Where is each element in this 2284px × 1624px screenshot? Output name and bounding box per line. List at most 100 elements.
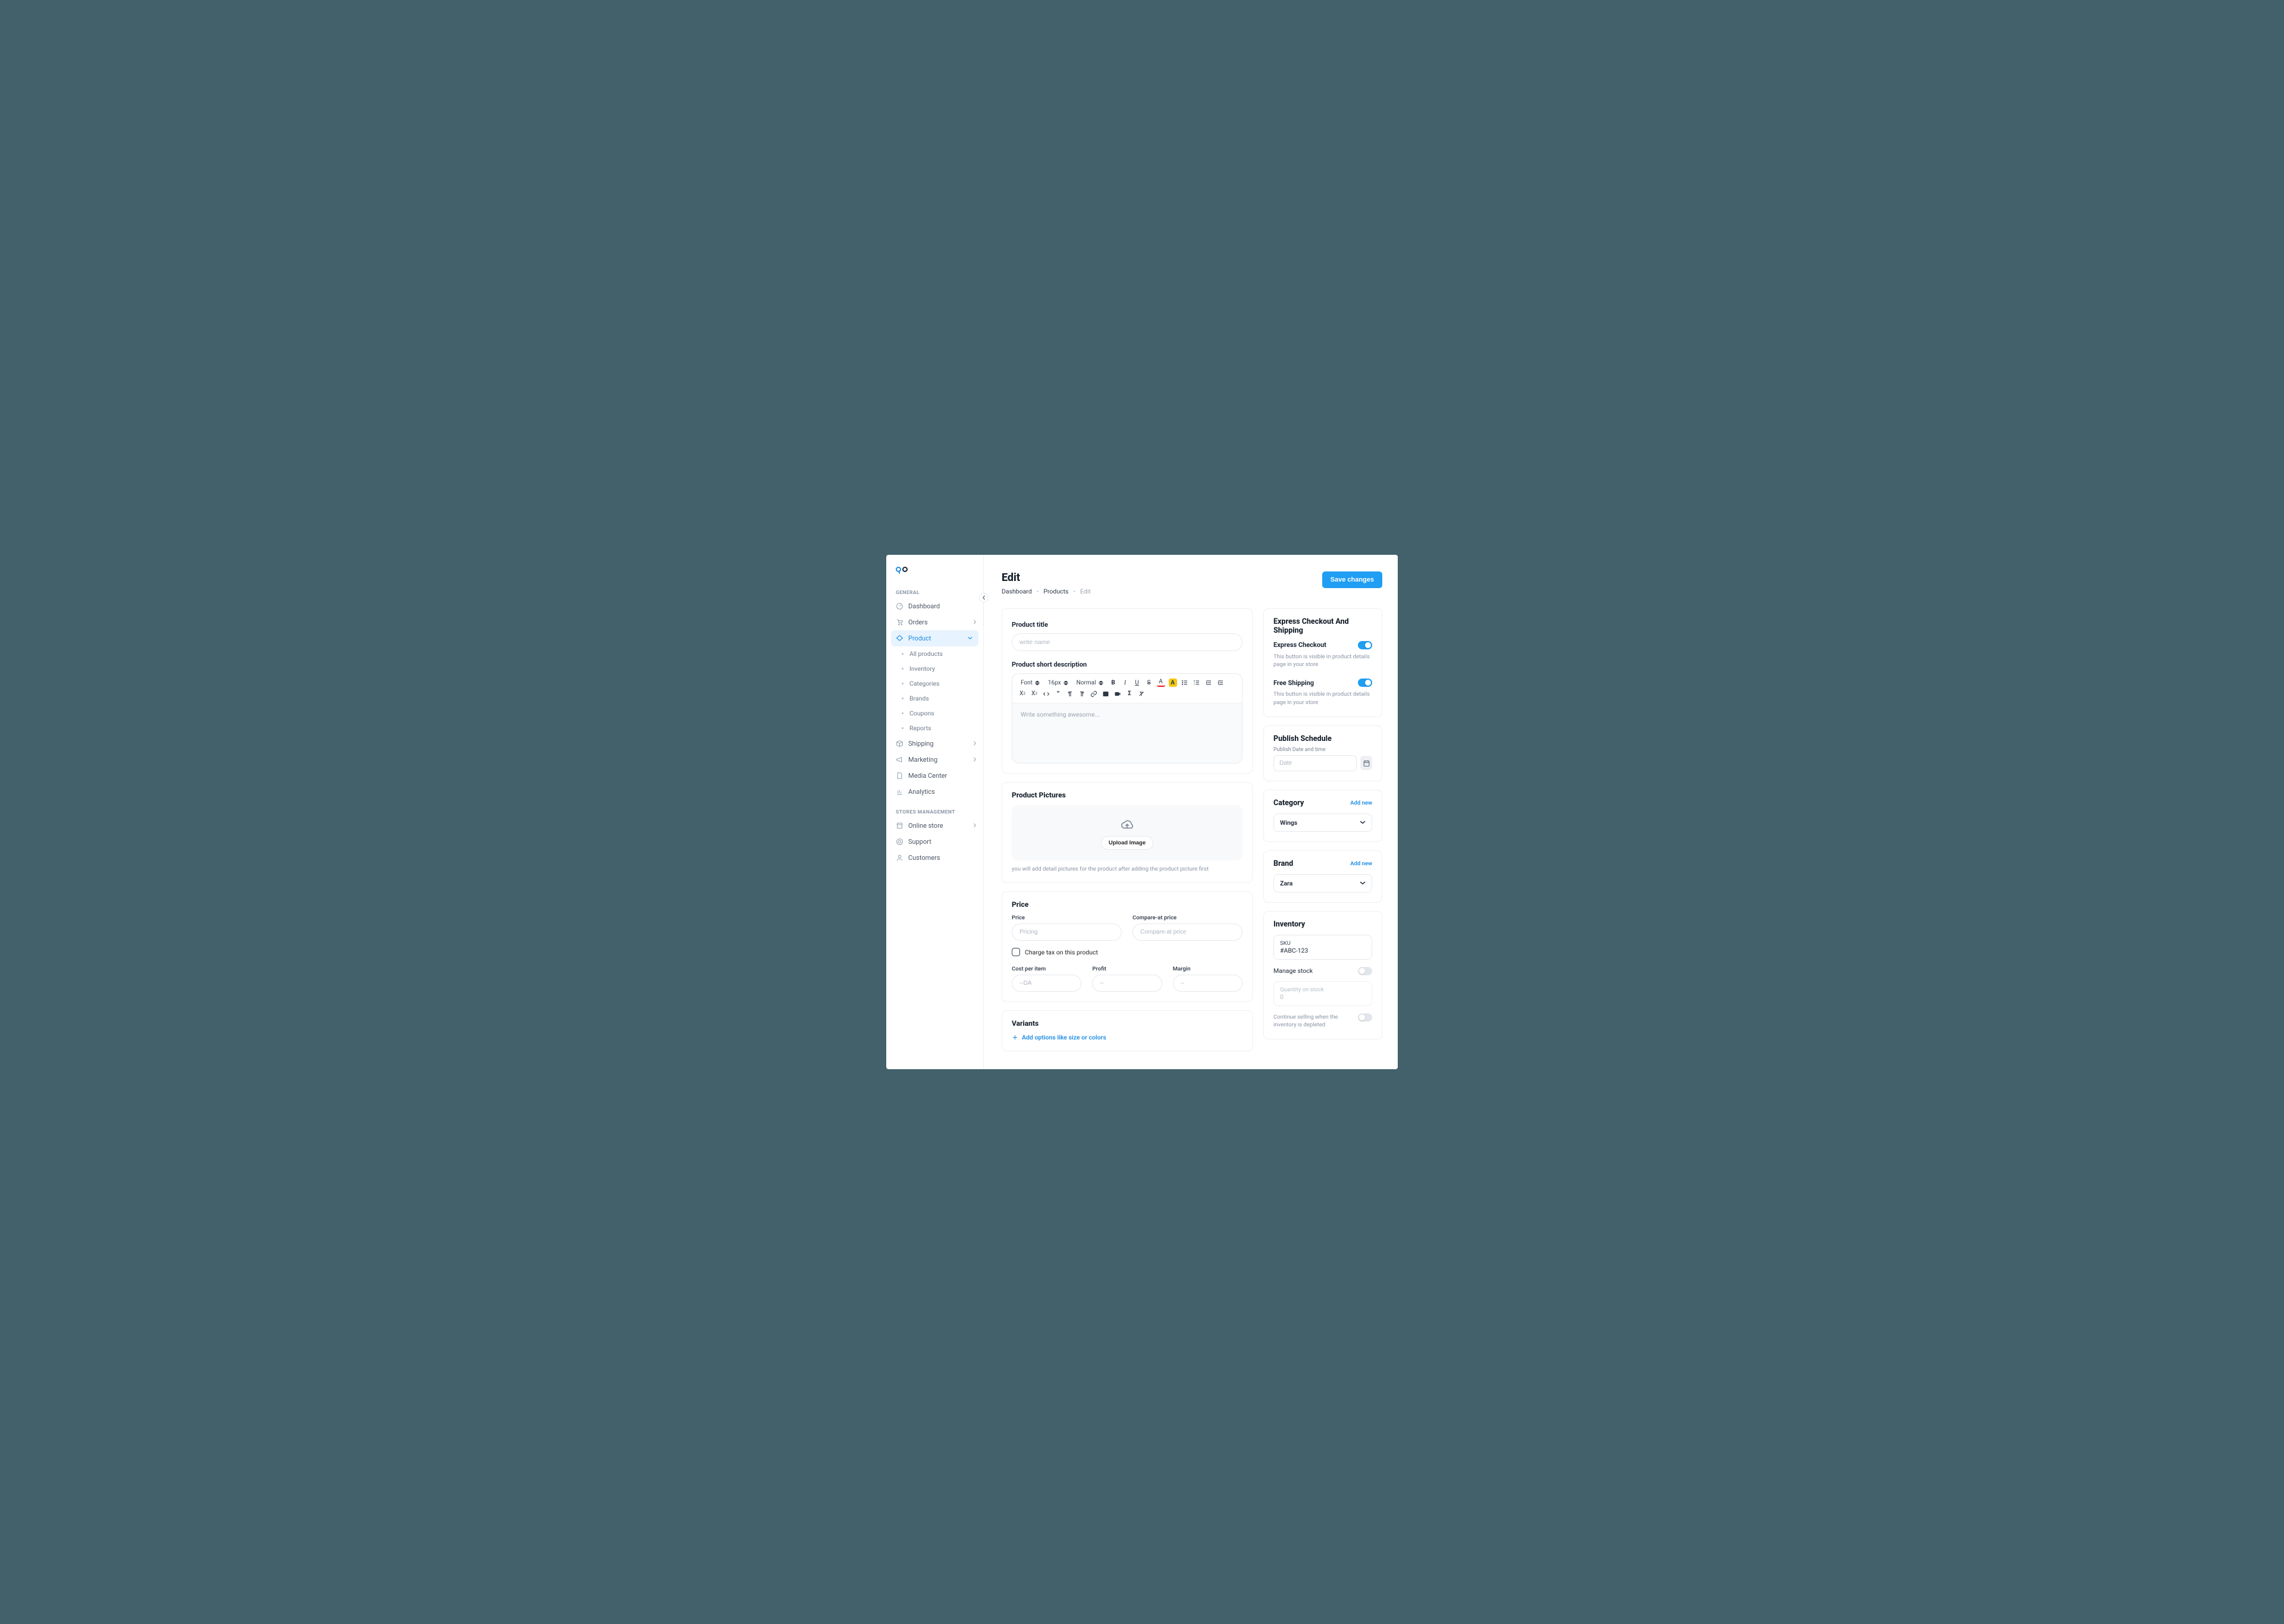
store-icon: [896, 822, 903, 830]
chevron-down-icon: [1360, 880, 1366, 886]
sidebar-sub-reports[interactable]: Reports: [886, 721, 983, 736]
sidebar-sub-label: Coupons: [909, 709, 934, 717]
quote-icon[interactable]: ”: [1054, 690, 1062, 698]
category-select[interactable]: Wings: [1273, 813, 1372, 832]
continue-selling-toggle[interactable]: [1358, 1013, 1372, 1022]
indent-icon[interactable]: [1204, 679, 1213, 687]
sidebar-sub-coupons[interactable]: Coupons: [886, 706, 983, 721]
sidebar-item-marketing[interactable]: Marketing: [886, 752, 983, 768]
profit-input[interactable]: [1092, 975, 1162, 992]
breadcrumb-item[interactable]: Products: [1043, 588, 1068, 595]
sidebar-item-media-center[interactable]: Media Center: [886, 768, 983, 784]
cost-label: Cost per item: [1012, 966, 1081, 972]
rte-size-select[interactable]: 16px: [1046, 679, 1071, 687]
sidebar-item-shipping[interactable]: Shipping: [886, 736, 983, 752]
compare-price-input[interactable]: [1132, 923, 1243, 941]
manage-stock-toggle[interactable]: [1358, 967, 1372, 975]
image-dropzone[interactable]: Upload Image: [1012, 805, 1243, 860]
sidebar-item-online-store[interactable]: Online store: [886, 818, 983, 834]
bold-icon[interactable]: B: [1109, 679, 1118, 687]
pictures-heading: Product Pictures: [1012, 791, 1243, 799]
rte-font-select[interactable]: Font: [1018, 679, 1042, 687]
sku-label: SKU: [1280, 940, 1366, 947]
strike-icon[interactable]: S: [1145, 679, 1153, 687]
outdent-icon[interactable]: [1216, 679, 1225, 687]
category-add-new[interactable]: Add new: [1350, 800, 1372, 806]
product-title-input[interactable]: [1012, 633, 1243, 651]
margin-input[interactable]: [1173, 975, 1243, 992]
sigma-icon[interactable]: Σ: [1125, 690, 1134, 698]
italic-icon[interactable]: I: [1121, 679, 1130, 687]
sidebar-sub-categories[interactable]: Categories: [886, 676, 983, 691]
rte-weight-select[interactable]: Normal: [1074, 679, 1106, 687]
quantity-value: 0: [1280, 993, 1366, 1001]
category-heading: Category: [1273, 799, 1304, 808]
tax-checkbox[interactable]: [1012, 948, 1020, 956]
brand-card: Brand Add new Zara: [1263, 850, 1382, 903]
bullet-icon: [902, 683, 903, 684]
save-changes-button[interactable]: Save changes: [1322, 571, 1382, 588]
rte-textarea[interactable]: Write something awesome...: [1012, 703, 1242, 763]
sidebar-item-analytics[interactable]: Analytics: [886, 784, 983, 800]
link-icon[interactable]: [1090, 690, 1098, 698]
price-input[interactable]: [1012, 923, 1122, 941]
list-ul-icon[interactable]: [1181, 679, 1189, 687]
subscript-icon[interactable]: X2: [1030, 690, 1039, 698]
cost-input[interactable]: [1012, 975, 1081, 992]
publish-date-input[interactable]: [1273, 755, 1357, 771]
margin-label: Margin: [1173, 966, 1243, 972]
sidebar-item-orders[interactable]: Orders: [886, 614, 983, 630]
video-icon[interactable]: [1113, 690, 1122, 698]
rtl-icon[interactable]: [1078, 690, 1086, 698]
bullet-icon: [902, 668, 903, 670]
sidebar-item-label: Media Center: [908, 772, 947, 780]
sidebar-item-label: Marketing: [908, 756, 937, 764]
superscript-icon[interactable]: X2: [1018, 690, 1027, 698]
underline-icon[interactable]: U: [1133, 679, 1141, 687]
bullet-icon: [902, 712, 903, 714]
tax-label: Charge tax on this product: [1025, 948, 1098, 956]
sidebar-item-dashboard[interactable]: Dashboard: [886, 598, 983, 614]
list-ol-icon[interactable]: [1193, 679, 1201, 687]
main-content: Edit Dashboard • Products • Edit Save ch…: [984, 555, 1398, 1070]
code-icon[interactable]: [1042, 690, 1050, 698]
sidebar-item-customers[interactable]: Customers: [886, 850, 983, 866]
add-variant-option-link[interactable]: Add options like size or colors: [1012, 1034, 1243, 1041]
breadcrumb-item[interactable]: Dashboard: [1002, 588, 1032, 595]
calendar-button[interactable]: [1360, 756, 1372, 770]
text-color-icon[interactable]: A: [1157, 679, 1165, 687]
brand-select[interactable]: Zara: [1273, 874, 1372, 893]
sku-field[interactable]: SKU #ABC-123: [1273, 935, 1372, 960]
highlight-icon[interactable]: A: [1169, 679, 1177, 687]
caret-icon: [1063, 680, 1068, 685]
sidebar-item-product[interactable]: Product: [891, 630, 978, 646]
price-card: Price Price Compare-at price Cha: [1002, 891, 1253, 1002]
sidebar-sub-inventory[interactable]: Inventory: [886, 661, 983, 676]
page-header: Edit Dashboard • Products • Edit Save ch…: [1002, 571, 1382, 595]
cart-icon: [896, 618, 903, 626]
sidebar-sub-brands[interactable]: Brands: [886, 691, 983, 706]
sidebar-sub-label: Categories: [909, 680, 940, 687]
sidebar-sub-all-products[interactable]: All products: [886, 646, 983, 661]
product-pictures-card: Product Pictures Upload Image you will a…: [1002, 782, 1253, 884]
tag-icon: [896, 634, 903, 642]
sidebar-item-support[interactable]: Support: [886, 834, 983, 850]
clear-format-icon[interactable]: [1137, 690, 1146, 698]
inventory-heading: Inventory: [1273, 920, 1372, 929]
category-card: Category Add new Wings: [1263, 790, 1382, 842]
ltr-icon[interactable]: [1066, 690, 1074, 698]
express-card: Express Checkout And Shipping Express Ch…: [1263, 608, 1382, 717]
express-checkout-toggle[interactable]: [1358, 641, 1372, 649]
image-icon[interactable]: [1102, 690, 1110, 698]
upload-image-button[interactable]: Upload Image: [1101, 836, 1153, 850]
bullet-icon: [902, 653, 903, 655]
sidebar-sub-label: Brands: [909, 695, 929, 702]
free-shipping-toggle[interactable]: [1358, 679, 1372, 687]
brand-add-new[interactable]: Add new: [1350, 860, 1372, 867]
box-icon: [896, 740, 903, 747]
schedule-heading: Publish Schedule: [1273, 734, 1372, 743]
sidebar-collapse-button[interactable]: [979, 593, 989, 602]
chevron-right-icon: [972, 757, 977, 762]
caret-icon: [1035, 680, 1040, 685]
page-title: Edit: [1002, 571, 1091, 584]
